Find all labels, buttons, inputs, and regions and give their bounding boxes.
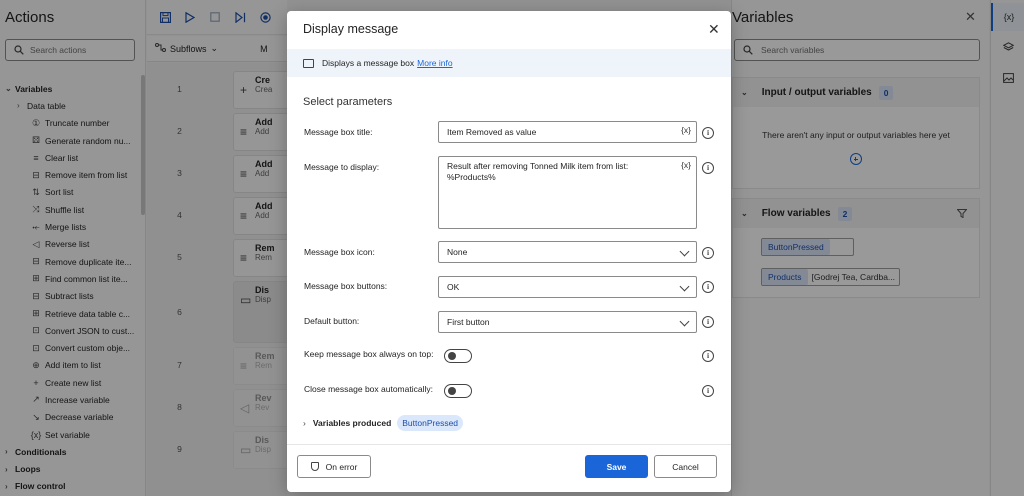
info-icon[interactable]: i: [702, 385, 714, 397]
buttons-select[interactable]: OK: [438, 276, 697, 298]
chevron-down-icon: [679, 316, 690, 327]
variables-produced-label: Variables produced: [312, 418, 392, 428]
on-error-label: On error: [325, 461, 358, 472]
title-label: Message box title:: [304, 127, 373, 137]
shield-icon: [310, 462, 319, 471]
message-label: Message to display:: [304, 162, 380, 172]
close-automatically-label: Close message box automatically:: [304, 384, 433, 394]
info-icon[interactable]: i: [702, 247, 714, 259]
buttons-select-value: OK: [447, 282, 460, 292]
icon-label: Message box icon:: [304, 247, 375, 257]
info-icon[interactable]: i: [702, 127, 714, 139]
always-on-top-toggle[interactable]: [444, 349, 472, 363]
default-button-select[interactable]: First button: [438, 311, 697, 333]
banner-text: Displays a message box: [322, 58, 415, 68]
section-title: Select parameters: [303, 96, 393, 108]
cancel-button[interactable]: Cancel: [654, 455, 717, 478]
info-icon[interactable]: i: [702, 281, 714, 293]
variable-picker-icon[interactable]: {x}: [681, 125, 691, 135]
info-icon[interactable]: i: [702, 316, 714, 328]
info-icon[interactable]: i: [702, 162, 714, 174]
title-value: Item Removed as value: [447, 127, 537, 137]
more-info-link[interactable]: More info: [417, 58, 452, 68]
produced-variable-chip[interactable]: ButtonPressed: [397, 415, 464, 431]
default-button-label: Default button:: [304, 316, 360, 326]
save-button[interactable]: Save: [585, 455, 648, 478]
variable-picker-icon[interactable]: {x}: [681, 160, 691, 171]
message-value: Result after removing Tonned Milk item f…: [447, 161, 629, 183]
buttons-label: Message box buttons:: [304, 281, 388, 291]
info-banner: Displays a message box More info: [287, 49, 731, 77]
chevron-right-icon: ›: [303, 418, 306, 428]
dialog-title: Display message: [303, 22, 399, 36]
footer-divider: [287, 444, 731, 445]
variables-produced-toggle[interactable]: › Variables produced ButtonPressed: [303, 415, 464, 431]
info-icon[interactable]: i: [702, 350, 714, 362]
close-automatically-toggle[interactable]: [444, 384, 472, 398]
chevron-down-icon: [679, 246, 690, 257]
icon-select-value: None: [447, 247, 468, 257]
close-icon[interactable]: ✕: [708, 21, 720, 38]
icon-select[interactable]: None: [438, 241, 697, 263]
display-message-dialog: Display message ✕ Displays a message box…: [287, 11, 731, 492]
default-button-value: First button: [447, 317, 490, 327]
message-icon: [303, 58, 314, 68]
chevron-down-icon: [679, 281, 690, 292]
title-input[interactable]: Item Removed as value {x}: [438, 121, 697, 143]
always-on-top-label: Keep message box always on top:: [304, 349, 434, 359]
message-textarea[interactable]: Result after removing Tonned Milk item f…: [438, 156, 697, 229]
on-error-button[interactable]: On error: [297, 455, 371, 478]
